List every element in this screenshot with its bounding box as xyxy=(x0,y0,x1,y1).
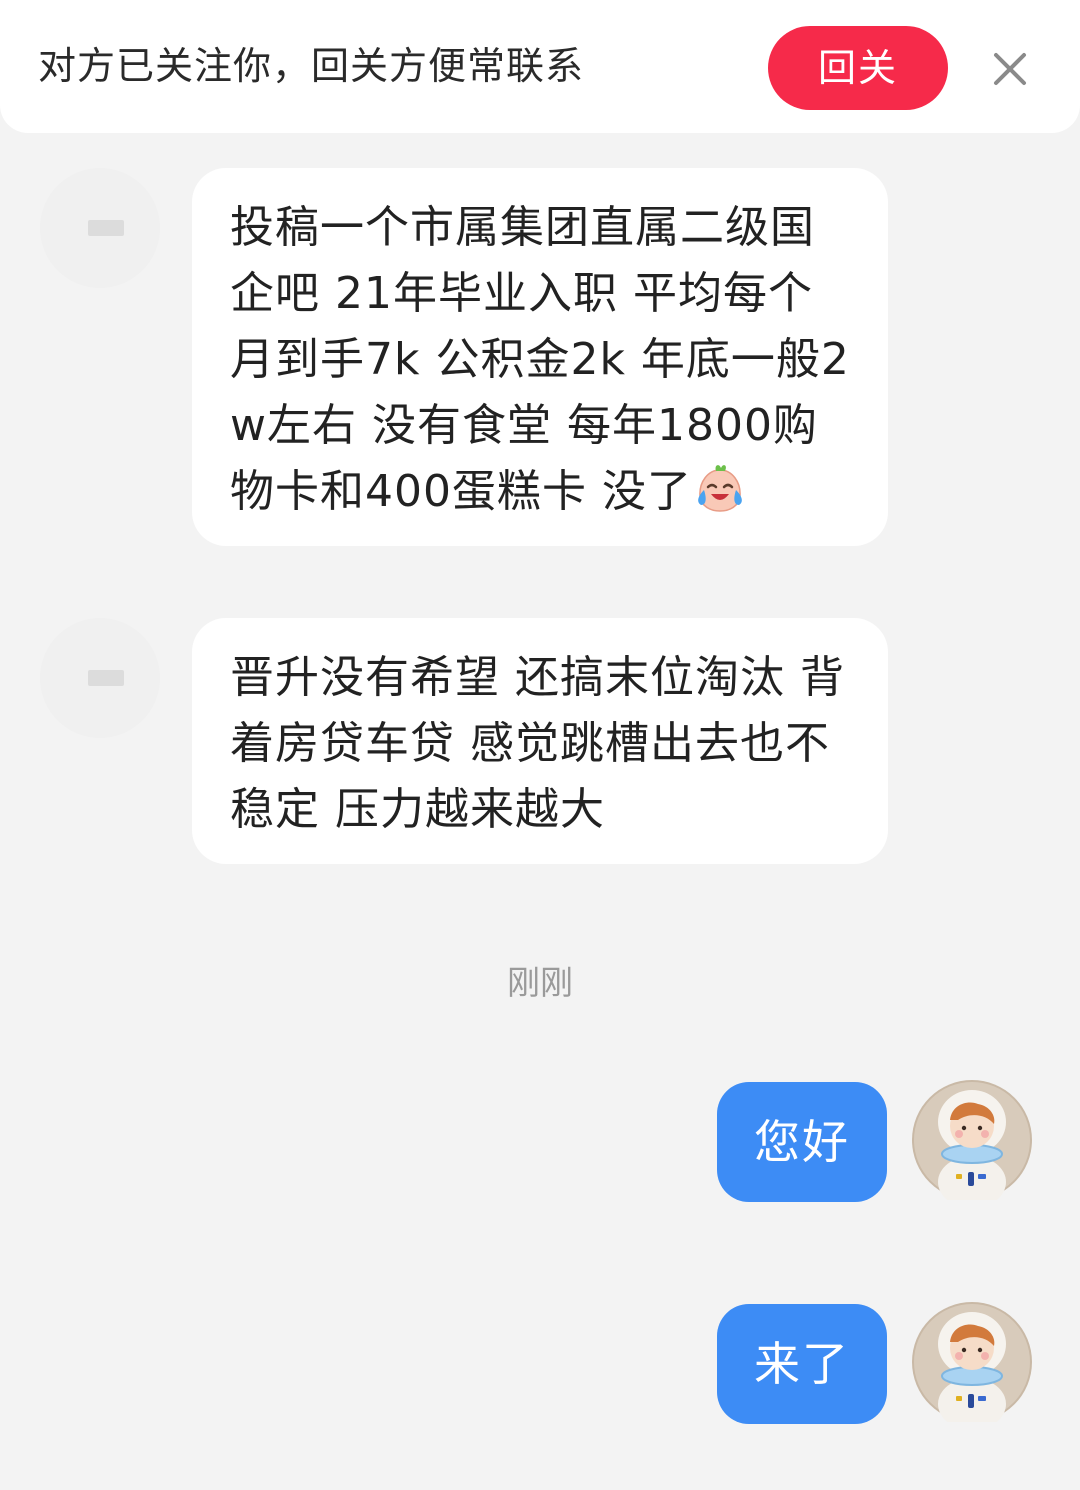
follow-back-button[interactable]: 回关 xyxy=(768,26,948,110)
my-avatar[interactable] xyxy=(912,1302,1032,1422)
incoming-message-text: 投稿一个市属集团直属二级国企吧 21年毕业入职 平均每个月到手7k 公积金2k … xyxy=(230,202,850,517)
outgoing-message-text: 您好 xyxy=(754,1115,850,1169)
sender-avatar[interactable] xyxy=(40,618,160,738)
outgoing-message-bubble[interactable]: 来了 xyxy=(717,1304,887,1424)
incoming-message-bubble[interactable]: 投稿一个市属集团直属二级国企吧 21年毕业入职 平均每个月到手7k 公积金2k … xyxy=(192,168,888,546)
close-icon[interactable] xyxy=(988,47,1032,91)
incoming-message-bubble[interactable]: 晋升没有希望 还搞末位淘汰 背着房贷车贷 感觉跳槽出去也不稳定 压力越来越大 xyxy=(192,618,888,864)
sender-avatar[interactable] xyxy=(40,168,160,288)
my-avatar[interactable] xyxy=(912,1080,1032,1200)
outgoing-message-bubble[interactable]: 您好 xyxy=(717,1082,887,1202)
message-timestamp: 刚刚 xyxy=(507,963,573,1002)
outgoing-message-text: 来了 xyxy=(754,1337,850,1391)
follow-prompt-text: 对方已关注你，回关方便常联系 xyxy=(38,44,585,88)
blurred-avatar-mark xyxy=(88,220,124,236)
crying-laughing-emoji-icon xyxy=(698,465,742,512)
incoming-message-text: 晋升没有希望 还搞末位淘汰 背着房贷车贷 感觉跳槽出去也不稳定 压力越来越大 xyxy=(230,652,845,835)
follow-back-banner: 对方已关注你，回关方便常联系 回关 xyxy=(0,0,1080,133)
blurred-avatar-mark xyxy=(88,670,124,686)
